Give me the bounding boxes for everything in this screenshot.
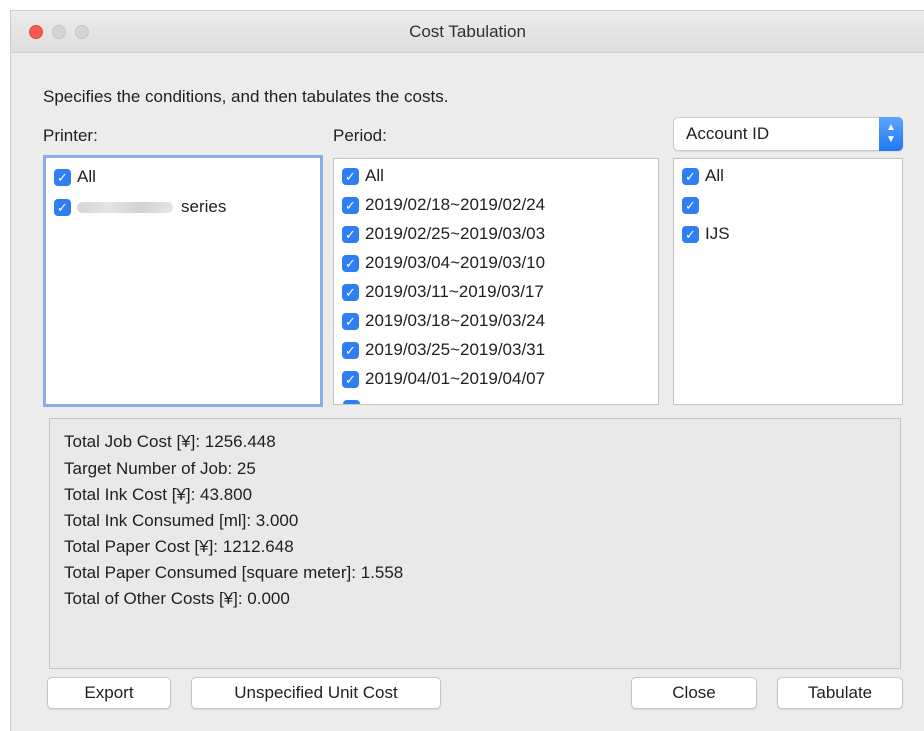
- checkbox-checked-icon[interactable]: ✓: [54, 198, 71, 216]
- period-item[interactable]: ✓ 2019/03/11~2019/03/17: [342, 279, 544, 305]
- period-item[interactable]: ✓ 2019/02/18~2019/02/24: [342, 192, 545, 218]
- account-list[interactable]: ✓ All ✓ ✓ IJS: [673, 158, 903, 405]
- checkbox-checked-icon[interactable]: ✓: [342, 167, 359, 185]
- account-id-select[interactable]: Account ID ▲ ▼: [673, 117, 903, 151]
- redacted-printer-model: [77, 201, 173, 213]
- period-item-label: 2019/03/11~2019/03/17: [365, 282, 544, 301]
- checkbox-checked-icon[interactable]: ✓: [342, 312, 359, 330]
- window-title: Cost Tabulation: [409, 22, 526, 41]
- account-item[interactable]: ✓ All: [682, 163, 724, 189]
- checkbox-checked-icon[interactable]: ✓: [54, 168, 71, 186]
- cost-tabulation-window: Cost Tabulation Specifies the conditions…: [10, 10, 924, 731]
- period-item-label: 2019/04/01~2019/04/07: [365, 369, 546, 388]
- tabulate-button[interactable]: Tabulate: [777, 677, 903, 709]
- checkbox-checked-icon[interactable]: ✓: [682, 196, 699, 214]
- result-line: Total Paper Cost [¥]: 1212.648: [64, 537, 294, 556]
- period-item-label: All: [365, 166, 384, 185]
- period-list[interactable]: ✓ All ✓ 2019/02/18~2019/02/24 ✓ 2019/02/…: [333, 158, 659, 405]
- period-item[interactable]: ✓ 2019/03/25~2019/03/31: [342, 337, 545, 363]
- period-item[interactable]: ✓ 2019/02/25~2019/03/03: [342, 221, 545, 247]
- account-item-label: IJS: [705, 224, 730, 243]
- partially-hidden-checkbox-icon: [343, 400, 360, 404]
- period-item[interactable]: ✓ All: [342, 163, 384, 189]
- checkbox-checked-icon[interactable]: ✓: [342, 225, 359, 243]
- instruction-text: Specifies the conditions, and then tabul…: [43, 87, 449, 106]
- account-item[interactable]: ✓: [682, 192, 705, 218]
- period-item-label: 2019/03/18~2019/03/24: [365, 311, 546, 330]
- result-line: Total of Other Costs [¥]: 0.000: [64, 589, 290, 608]
- printer-item-label: All: [77, 167, 96, 186]
- checkbox-checked-icon[interactable]: ✓: [342, 254, 359, 272]
- result-line: Total Ink Cost [¥]: 43.800: [64, 485, 253, 504]
- checkbox-checked-icon[interactable]: ✓: [342, 196, 359, 214]
- account-id-select-value: Account ID: [686, 124, 770, 143]
- period-item[interactable]: ✓ 2019/04/01~2019/04/07: [342, 366, 545, 392]
- result-line: Target Number of Job: 25: [64, 459, 256, 478]
- close-button[interactable]: Close: [631, 677, 757, 709]
- account-item[interactable]: ✓ IJS: [682, 221, 730, 247]
- printer-item-series[interactable]: ✓ series: [54, 194, 226, 220]
- period-item[interactable]: ✓ 2019/03/18~2019/03/24: [342, 308, 545, 334]
- result-line: Total Paper Consumed [square meter]: 1.5…: [64, 563, 404, 582]
- printer-label: Printer:: [43, 126, 98, 145]
- printer-item-all[interactable]: ✓ All: [54, 164, 96, 190]
- title-bar: Cost Tabulation: [11, 11, 924, 53]
- results-panel: Total Job Cost [¥]: 1256.448 Target Numb…: [49, 418, 901, 669]
- checkbox-checked-icon[interactable]: ✓: [342, 341, 359, 359]
- period-item[interactable]: ✓ 2019/03/04~2019/03/10: [342, 250, 545, 276]
- printer-list[interactable]: ✓ All ✓ series: [43, 155, 323, 407]
- printer-item-label: series: [181, 197, 227, 216]
- period-item-label: 2019/02/18~2019/02/24: [365, 195, 546, 214]
- checkbox-checked-icon[interactable]: ✓: [682, 225, 699, 243]
- period-item-label: 2019/03/04~2019/03/10: [365, 253, 546, 272]
- checkbox-checked-icon[interactable]: ✓: [342, 370, 359, 388]
- checkbox-checked-icon[interactable]: ✓: [342, 283, 359, 301]
- chevron-up-down-icon[interactable]: ▲ ▼: [879, 117, 903, 151]
- checkbox-checked-icon[interactable]: ✓: [682, 167, 699, 185]
- result-line: Total Job Cost [¥]: 1256.448: [64, 432, 276, 451]
- export-button[interactable]: Export: [47, 677, 171, 709]
- period-item-label: 2019/03/25~2019/03/31: [365, 340, 546, 359]
- unspecified-unit-cost-button[interactable]: Unspecified Unit Cost: [191, 677, 441, 709]
- period-item-label: 2019/02/25~2019/03/03: [365, 224, 546, 243]
- result-line: Total Ink Consumed [ml]: 3.000: [64, 511, 299, 530]
- period-label: Period:: [333, 126, 387, 145]
- account-item-label: All: [705, 166, 724, 185]
